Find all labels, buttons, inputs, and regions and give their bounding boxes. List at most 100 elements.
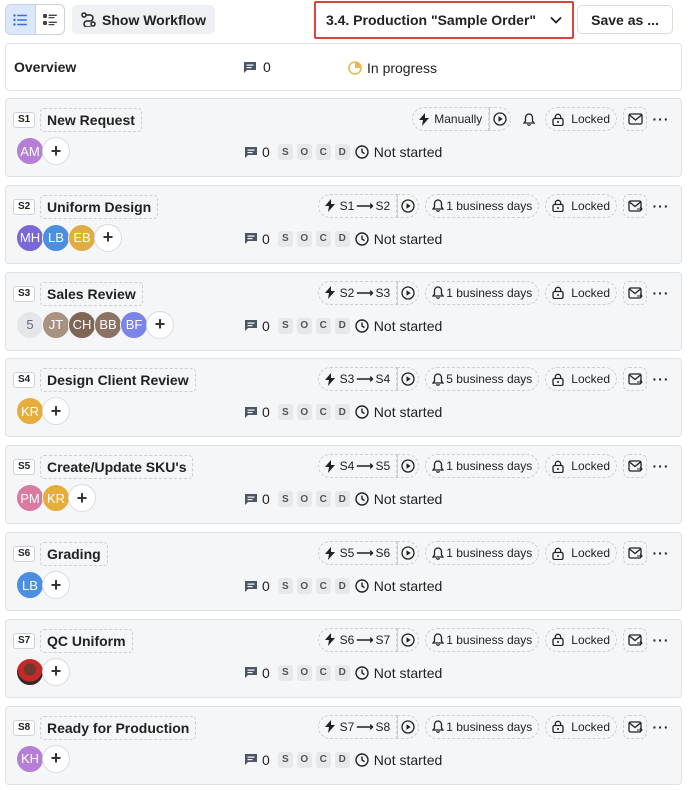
email-button[interactable] (623, 367, 647, 392)
more-icon[interactable]: ··· (653, 628, 669, 652)
comments-button[interactable] (244, 319, 258, 332)
stage-flag-s[interactable]: S (277, 664, 293, 681)
avatar[interactable]: KH (16, 744, 44, 773)
avatar[interactable]: PM (16, 484, 44, 513)
trigger-pill[interactable]: S4 ⟶ S5 (317, 454, 398, 479)
stage-title[interactable]: Create/Update SKU's (40, 455, 194, 480)
add-assignee-button[interactable]: + (146, 310, 174, 339)
stage-flag-c[interactable]: C (315, 664, 331, 681)
more-icon[interactable]: ··· (653, 367, 669, 391)
reminder-pill[interactable]: 1 business days (425, 627, 540, 652)
stage-flag-c[interactable]: C (315, 230, 331, 247)
avatar[interactable]: BB (94, 310, 122, 339)
more-icon[interactable]: ··· (653, 281, 669, 305)
run-stage-button[interactable] (397, 627, 420, 652)
trigger-pill[interactable]: S5 ⟶ S6 (317, 541, 398, 565)
stage-flag-s[interactable]: S (277, 578, 293, 594)
comments-button[interactable] (244, 493, 258, 506)
stage-flag-s[interactable]: S (277, 144, 293, 160)
stage-flag-s[interactable]: S (277, 404, 293, 421)
more-icon[interactable]: ··· (653, 454, 669, 478)
avatar[interactable]: LB (42, 223, 70, 252)
stage-title[interactable]: QC Uniform (40, 628, 133, 653)
stage-flag-d[interactable]: D (334, 230, 350, 247)
avatar[interactable]: AM (16, 137, 44, 165)
stage-flag-d[interactable]: D (334, 404, 350, 421)
stage-flag-c[interactable]: C (315, 404, 331, 421)
avatar[interactable]: EB (68, 223, 96, 252)
run-stage-button[interactable] (397, 714, 420, 739)
stage-flag-d[interactable]: D (334, 578, 350, 594)
email-button[interactable] (623, 714, 647, 739)
add-assignee-button[interactable]: + (42, 657, 70, 686)
stage-card[interactable]: S6 Grading S5 ⟶ S6 1 business days Locked … (5, 532, 682, 611)
stage-flag-c[interactable]: C (315, 578, 331, 594)
run-stage-button[interactable] (489, 107, 512, 131)
stage-flag-s[interactable]: S (277, 491, 293, 508)
stage-card[interactable]: S2 Uniform Design S1 ⟶ S2 1 business days … (5, 184, 682, 264)
stage-flag-c[interactable]: C (315, 144, 331, 160)
lock-pill[interactable]: Locked (545, 107, 617, 131)
stage-flag-o[interactable]: O (296, 144, 312, 160)
trigger-pill[interactable]: S7 ⟶ S8 (317, 714, 398, 739)
save-as-button[interactable]: Save as ... (577, 5, 673, 34)
stage-flag-d[interactable]: D (334, 144, 350, 160)
comments-button[interactable] (244, 146, 258, 159)
stage-title[interactable]: Ready for Production (40, 715, 197, 740)
email-button[interactable] (623, 541, 647, 565)
trigger-pill[interactable]: Manually (412, 107, 490, 131)
stage-title[interactable]: Sales Review (40, 281, 143, 306)
add-assignee-button[interactable]: + (42, 397, 70, 426)
detail-view-button[interactable] (34, 5, 65, 34)
email-button[interactable] (623, 193, 647, 218)
more-icon[interactable]: ··· (653, 715, 669, 739)
avatar[interactable]: CH (68, 310, 96, 339)
reminder-pill[interactable]: 1 business days (425, 193, 540, 218)
email-button[interactable] (623, 454, 647, 479)
email-button[interactable] (623, 280, 647, 305)
stage-card[interactable]: S7 QC Uniform S6 ⟶ S7 1 business days Lock… (5, 618, 682, 698)
trigger-pill[interactable]: S6 ⟶ S7 (317, 627, 398, 652)
stage-flag-o[interactable]: O (296, 404, 312, 421)
overview-row[interactable]: Overview 0 In progress (5, 43, 682, 91)
comments-button[interactable] (244, 580, 258, 593)
avatar[interactable]: KR (16, 397, 44, 426)
stage-title[interactable]: Design Client Review (40, 368, 196, 393)
reminder-pill[interactable]: 1 business days (425, 714, 540, 739)
overview-comments[interactable]: 0 (243, 59, 271, 75)
stage-flag-o[interactable]: O (296, 751, 312, 768)
stage-flag-o[interactable]: O (296, 578, 312, 594)
stage-flag-c[interactable]: C (315, 491, 331, 508)
stage-card[interactable]: S1 New Request Manually Locked ··· AM + 0… (5, 98, 682, 177)
stage-flag-c[interactable]: C (315, 751, 331, 768)
avatar[interactable]: MH (16, 223, 44, 252)
email-button[interactable] (623, 627, 647, 652)
stage-flag-d[interactable]: D (334, 491, 350, 508)
run-stage-button[interactable] (397, 193, 420, 218)
lock-pill[interactable]: Locked (545, 714, 617, 739)
lock-pill[interactable]: Locked (545, 280, 617, 305)
add-assignee-button[interactable]: + (42, 744, 70, 773)
trigger-pill[interactable]: S3 ⟶ S4 (317, 367, 398, 392)
avatar[interactable]: LB (16, 571, 44, 599)
trigger-pill[interactable]: S1 ⟶ S2 (317, 193, 398, 218)
add-assignee-button[interactable]: + (94, 223, 122, 252)
reminder-pill[interactable]: 1 business days (425, 454, 540, 479)
avatar[interactable]: KR (42, 484, 70, 513)
stage-flag-o[interactable]: O (296, 317, 312, 334)
comments-button[interactable] (244, 666, 258, 679)
comments-button[interactable] (244, 232, 258, 245)
email-button[interactable] (623, 107, 647, 131)
add-assignee-button[interactable]: + (42, 137, 70, 165)
stage-title[interactable]: Grading (40, 542, 108, 566)
stage-flag-s[interactable]: S (277, 230, 293, 247)
run-stage-button[interactable] (397, 367, 420, 392)
lock-pill[interactable]: Locked (545, 193, 617, 218)
reminder-button[interactable] (517, 107, 541, 131)
list-view-button[interactable] (6, 5, 35, 34)
reminder-pill[interactable]: 1 business days (425, 541, 540, 565)
reminder-pill[interactable]: 1 business days (425, 280, 540, 305)
reminder-pill[interactable]: 5 business days (425, 367, 540, 392)
stage-title[interactable]: New Request (40, 108, 142, 132)
stage-flag-c[interactable]: C (315, 317, 331, 334)
